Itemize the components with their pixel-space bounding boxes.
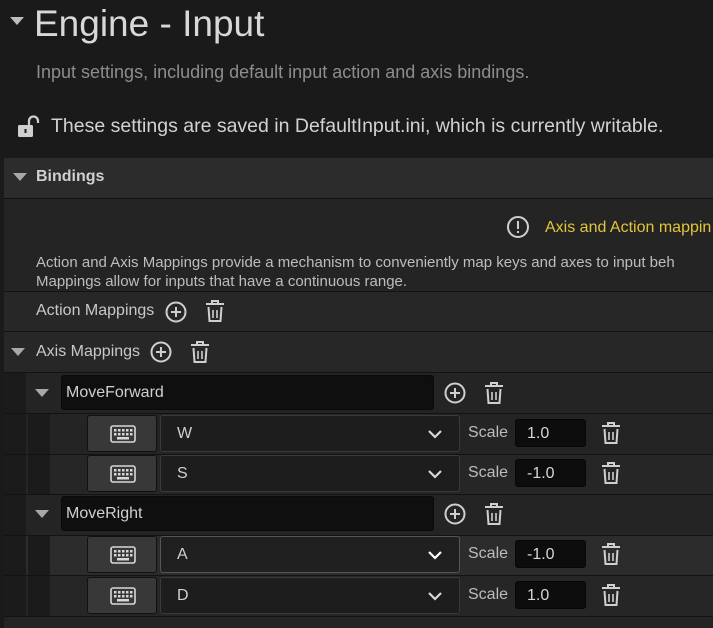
axis-name-text: MoveForward (66, 384, 164, 401)
scale-input[interactable]: -1.0 (515, 540, 586, 568)
keyboard-icon (110, 425, 136, 443)
keyboard-icon (110, 465, 136, 483)
warning-message: Axis and Action mappin (545, 219, 712, 236)
exclamation-circle-icon (506, 215, 530, 239)
indent-gutter (4, 455, 26, 494)
selected-key: S (177, 465, 188, 482)
selected-key: A (177, 546, 188, 563)
info-text-line-1: Action and Axis Mappings provide a mecha… (36, 254, 675, 271)
scale-input[interactable]: -1.0 (515, 459, 586, 487)
key-capture-button[interactable] (87, 536, 157, 573)
key-select-dropdown[interactable]: S (160, 455, 460, 492)
scale-value: -1.0 (527, 546, 555, 563)
unlocked-padlock-icon[interactable] (16, 114, 40, 138)
scale-value: 1.0 (527, 425, 550, 442)
trash-can-icon[interactable] (600, 421, 622, 445)
plus-circle-icon[interactable] (443, 381, 467, 405)
selected-key: W (177, 425, 193, 442)
indent-gutter (28, 455, 50, 494)
expand-caret-icon[interactable] (35, 510, 49, 519)
indent-gutter (4, 373, 26, 413)
scale-input[interactable]: 1.0 (515, 581, 586, 609)
plus-circle-icon[interactable] (164, 300, 188, 324)
trash-can-icon[interactable] (600, 583, 622, 607)
scale-label: Scale (468, 464, 509, 481)
chevron-down-icon (427, 469, 443, 479)
info-text-line-2: Mappings allow for inputs that have a co… (36, 273, 408, 290)
scale-label: Scale (468, 424, 509, 441)
selected-key: D (177, 587, 189, 604)
bindings-label: Bindings (36, 168, 105, 185)
indent-gutter (4, 495, 26, 535)
divider (4, 291, 713, 292)
bindings-category-header[interactable]: Bindings (4, 158, 713, 199)
axis-mappings-label: Axis Mappings (36, 343, 141, 360)
collapse-section-caret-icon[interactable] (9, 16, 25, 26)
divider (4, 616, 713, 617)
indent-gutter (4, 414, 26, 454)
scale-value: 1.0 (527, 587, 550, 604)
scale-input[interactable]: 1.0 (515, 419, 586, 447)
scale-label: Scale (468, 545, 509, 562)
trash-can-icon[interactable] (600, 461, 622, 485)
key-select-dropdown[interactable]: A (160, 536, 460, 573)
key-capture-button[interactable] (87, 577, 157, 614)
keyboard-icon (110, 546, 136, 564)
key-select-dropdown[interactable]: W (160, 415, 460, 452)
trash-can-icon[interactable] (600, 542, 622, 566)
expand-caret-icon[interactable] (11, 348, 25, 357)
axis-name-input[interactable]: MoveForward (61, 375, 434, 410)
scale-value: -1.0 (527, 465, 555, 482)
trash-can-icon[interactable] (189, 340, 211, 364)
config-file-notice: These settings are saved in DefaultInput… (51, 115, 664, 137)
page-title: Engine - Input (34, 3, 265, 44)
plus-circle-icon[interactable] (443, 502, 467, 526)
chevron-down-icon (427, 429, 443, 439)
axis-name-text: MoveRight (66, 505, 143, 522)
action-mappings-label: Action Mappings (36, 302, 155, 319)
key-select-dropdown[interactable]: D (160, 577, 460, 614)
chevron-down-icon (427, 550, 443, 560)
key-capture-button[interactable] (87, 415, 157, 452)
indent-gutter (4, 576, 26, 616)
indent-gutter (4, 536, 26, 575)
plus-circle-icon[interactable] (149, 340, 173, 364)
section-description: Input settings, including default input … (36, 62, 530, 82)
key-capture-button[interactable] (87, 455, 157, 492)
expand-caret-icon[interactable] (35, 389, 49, 398)
expand-caret-icon[interactable] (13, 173, 27, 182)
indent-gutter (28, 414, 50, 454)
trash-can-icon[interactable] (204, 299, 226, 323)
trash-can-icon[interactable] (483, 381, 505, 405)
trash-can-icon[interactable] (483, 502, 505, 526)
scale-label: Scale (468, 586, 509, 603)
indent-gutter (28, 536, 50, 575)
indent-gutter (28, 576, 50, 616)
axis-name-input[interactable]: MoveRight (61, 496, 434, 531)
chevron-down-icon (427, 591, 443, 601)
keyboard-icon (110, 587, 136, 605)
